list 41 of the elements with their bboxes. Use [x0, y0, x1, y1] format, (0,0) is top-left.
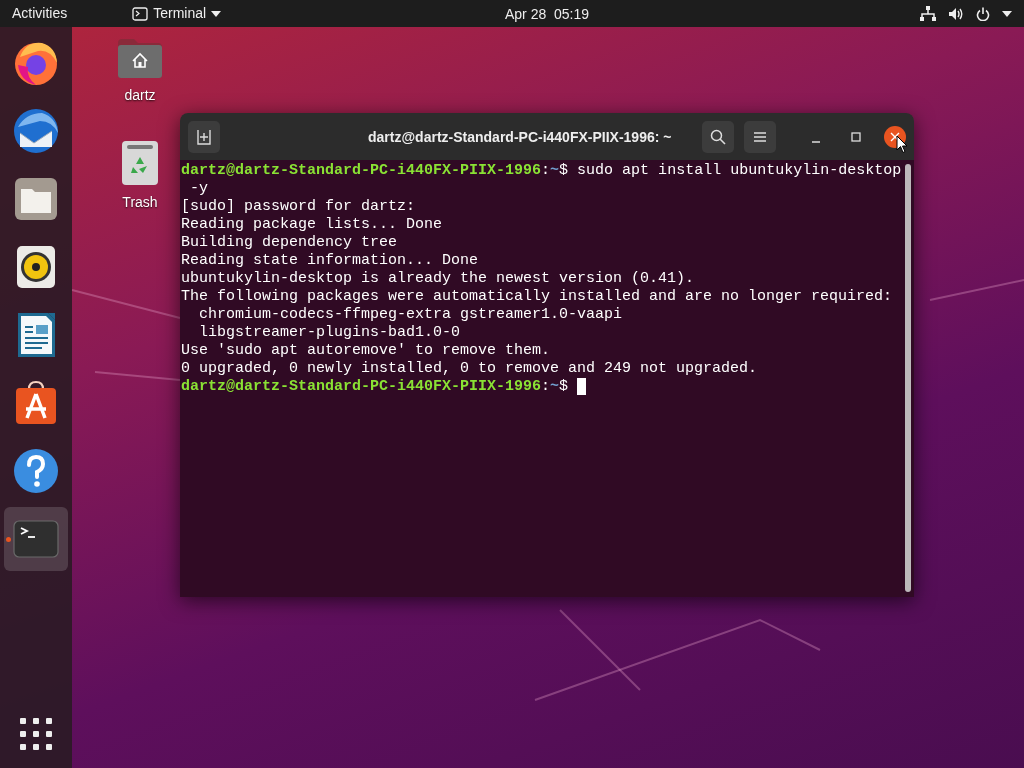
output-line: Reading package lists... Done: [181, 216, 444, 234]
volume-icon: [948, 6, 964, 21]
home-folder-icon: [116, 37, 164, 79]
menu-button[interactable]: [744, 120, 776, 153]
prompt-line: dartz@dartz-Standard-PC-i440FX-PIIX-1996:~$: [181, 378, 570, 396]
new-tab-icon: [196, 128, 212, 145]
show-applications-button[interactable]: [20, 718, 52, 750]
terminal-icon: [132, 6, 149, 21]
prompt-line: dartz@dartz-Standard-PC-i440FX-PIIX-1996:~$ sudo apt install ubuntukylin-desktop -y: [181, 162, 903, 198]
output-line: Reading state information... Done: [181, 252, 480, 270]
close-icon: [890, 131, 900, 142]
output-line: [sudo] password for dartz:: [181, 198, 417, 216]
mouse-pointer-icon: [896, 135, 908, 154]
output-line: libgstreamer-plugins-bad1.0-0: [198, 324, 462, 342]
output-line: The following packages were automatically installed and are no longer required:: [181, 288, 894, 306]
output-line: chromium-codecs-ffmpeg-extra gstreamer1.0-vaapi: [198, 306, 624, 324]
network-icon: [920, 6, 936, 21]
caret-icon: [211, 10, 222, 17]
trash-icon: [121, 140, 159, 186]
folder-icon: [12, 175, 60, 223]
maximize-icon: [851, 131, 861, 142]
envelope-bird-icon: [12, 107, 60, 155]
minimize-icon: [811, 140, 821, 143]
power-icon: [976, 6, 990, 21]
menu-icon: [753, 130, 767, 143]
help-icon: [12, 447, 60, 495]
scrollbar[interactable]: [905, 164, 911, 592]
app-menu[interactable]: Terminal: [132, 3, 222, 24]
activities-button[interactable]: Activities: [12, 3, 68, 24]
output-line: ubuntukylin-desktop is already the newest version (0.41).: [181, 270, 696, 288]
output-line: Use 'sudo apt autoremove' to remove them.: [181, 342, 552, 360]
caret-icon: [1002, 10, 1012, 17]
search-button[interactable]: [702, 120, 734, 153]
search-icon: [710, 128, 726, 145]
output-line: 0 upgraded, 0 newly installed, 0 to remove and 249 not upgraded.: [181, 360, 759, 378]
new-tab-button[interactable]: [188, 120, 220, 153]
clock[interactable]: Apr 28 05:19: [505, 4, 590, 25]
window-title: dartz@dartz-Standard-PC-i440FX-PIIX-1996: ~: [368, 128, 672, 147]
icon-label[interactable]: dartz: [124, 85, 156, 106]
icon-label[interactable]: Trash: [122, 192, 158, 213]
output-line: Building dependency tree: [181, 234, 399, 252]
